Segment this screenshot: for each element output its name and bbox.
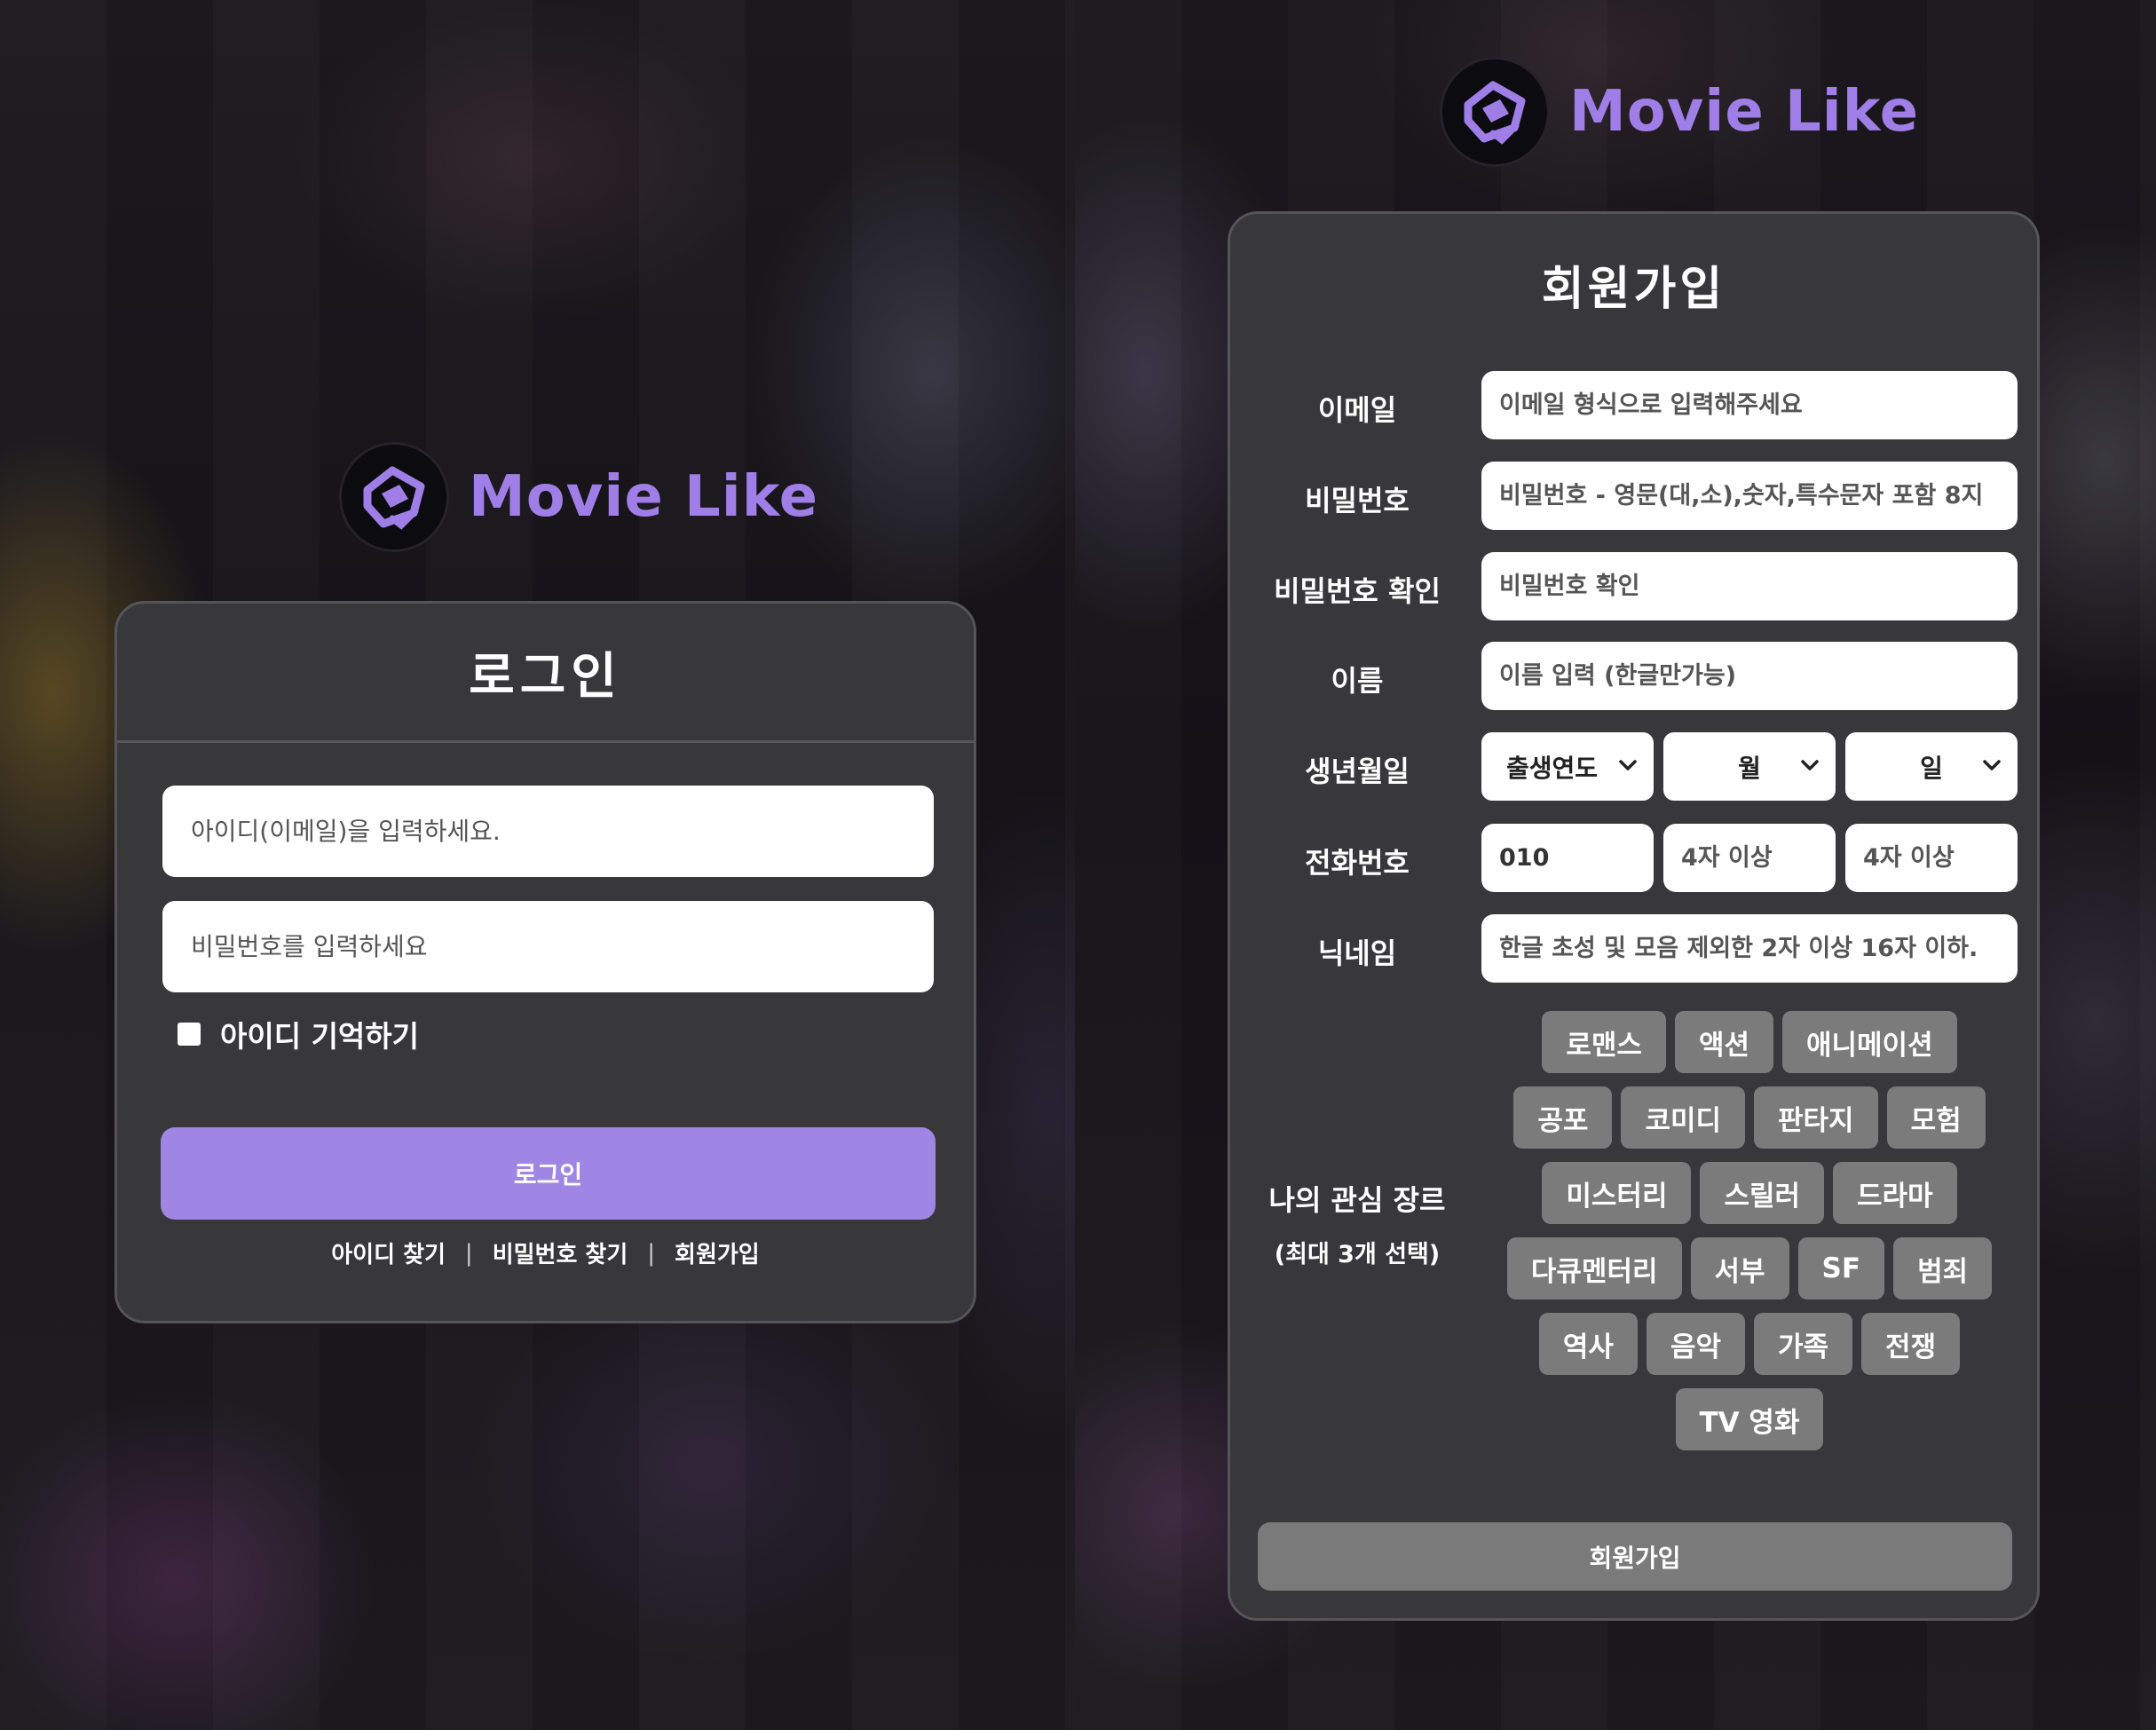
signup-submit-button[interactable]: 회원가입 — [1258, 1522, 2012, 1591]
birth-year-value: 출생연도 — [1506, 753, 1599, 783]
genre-chip-western[interactable]: 서부 — [1690, 1237, 1789, 1299]
genre-chip-thriller[interactable]: 스릴러 — [1700, 1162, 1825, 1224]
genre-chip-drama[interactable]: 드라마 — [1833, 1162, 1957, 1224]
name-label: 이름 — [1331, 664, 1384, 698]
login-screen: Movie Like 로그인 아이디 기억하기 로그인 아이디 찾기 | 비밀번… — [0, 0, 1075, 1730]
logo-icon — [1440, 57, 1550, 167]
signup-title: 회원가입 — [1541, 263, 1726, 316]
genre-chip-group: 로맨스 액션 애니메이션 공포 코미디 판타지 모험 미스터리 스릴러 드라마 … — [1472, 1011, 2027, 1464]
genre-chip-adventure[interactable]: 모험 — [1886, 1086, 1986, 1149]
genre-chip-comedy[interactable]: 코미디 — [1621, 1086, 1745, 1149]
birth-label: 생년월일 — [1305, 754, 1410, 788]
genre-chip-fantasy[interactable]: 판타지 — [1754, 1086, 1878, 1149]
genre-chip-documentary[interactable]: 다큐멘터리 — [1506, 1237, 1682, 1299]
genre-chip-music[interactable]: 음악 — [1646, 1313, 1745, 1375]
signup-screen: Movie Like 회원가입 이메일 비밀번호 비밀번호 확인 이름 생년월일… — [1075, 0, 2156, 1730]
genre-chip-history[interactable]: 역사 — [1538, 1313, 1638, 1375]
genre-label-hint: (최대 3개 선택) — [1274, 1241, 1441, 1268]
password-confirm-label: 비밀번호 확인 — [1274, 574, 1441, 608]
login-password-input[interactable] — [162, 901, 934, 992]
genre-chip-mystery[interactable]: 미스터리 — [1542, 1162, 1692, 1224]
email-label: 이메일 — [1317, 393, 1397, 427]
birth-month-value: 월 — [1738, 753, 1761, 783]
genre-row: 로맨스 액션 애니메이션 — [1472, 1011, 2027, 1073]
genre-row: 미스터리 스릴러 드라마 — [1472, 1162, 2027, 1224]
genre-chip-war[interactable]: 전쟁 — [1861, 1313, 1961, 1375]
phone-last-input[interactable] — [1845, 824, 2018, 892]
nickname-input[interactable] — [1481, 914, 2018, 983]
chevron-down-icon — [1619, 760, 1637, 770]
login-card: 로그인 아이디 기억하기 로그인 아이디 찾기 | 비밀번호 찾기 | 회원가입 — [115, 601, 976, 1323]
chevron-down-icon — [1801, 760, 1819, 770]
genre-row: 공포 코미디 판타지 모험 — [1472, 1086, 2027, 1149]
genre-row: 역사 음악 가족 전쟁 — [1472, 1313, 2027, 1375]
birth-month-select[interactable]: 월 — [1663, 732, 1836, 801]
genre-chip-action[interactable]: 액션 — [1674, 1011, 1773, 1073]
brand-name: Movie Like — [469, 464, 818, 530]
phone-prefix-input[interactable] — [1481, 824, 1654, 892]
nickname-label: 닉네임 — [1317, 936, 1397, 970]
genre-row: TV 영화 — [1472, 1388, 2027, 1450]
birth-year-select[interactable]: 출생연도 — [1481, 732, 1654, 801]
password-input[interactable] — [1481, 462, 2018, 530]
genre-chip-tv-movie[interactable]: TV 영화 — [1675, 1388, 1824, 1450]
genre-label: 나의 관심 장르 (최대 3개 선택) — [1230, 1178, 1484, 1269]
remember-id-label: 아이디 기억하기 — [220, 1019, 420, 1054]
login-title: 로그인 — [117, 604, 974, 743]
brand-logo: Movie Like — [1440, 57, 1919, 167]
phone-middle-input[interactable] — [1663, 824, 1836, 892]
link-separator: | — [647, 1239, 656, 1267]
genre-chip-crime[interactable]: 범죄 — [1893, 1237, 1993, 1299]
chevron-down-icon — [1983, 760, 2001, 770]
link-separator: | — [464, 1239, 473, 1267]
remember-id-checkbox[interactable] — [178, 1023, 201, 1046]
birth-day-value: 일 — [1920, 753, 1943, 783]
genre-chip-sf[interactable]: SF — [1797, 1237, 1885, 1299]
login-button[interactable]: 로그인 — [161, 1127, 936, 1220]
email-input[interactable] — [1481, 371, 2018, 439]
login-links: 아이디 찾기 | 비밀번호 찾기 | 회원가입 — [117, 1236, 974, 1269]
birth-day-select[interactable]: 일 — [1845, 732, 2018, 801]
genre-chip-animation[interactable]: 애니메이션 — [1782, 1011, 1957, 1073]
phone-label: 전화번호 — [1305, 846, 1410, 880]
name-input[interactable] — [1481, 642, 2018, 710]
genre-label-title: 나의 관심 장르 — [1268, 1183, 1446, 1217]
logo-icon — [339, 442, 449, 552]
signup-link[interactable]: 회원가입 — [675, 1236, 760, 1269]
genre-chip-romance[interactable]: 로맨스 — [1542, 1011, 1666, 1073]
genre-row: 다큐멘터리 서부 SF 범죄 — [1472, 1237, 2027, 1299]
genre-chip-horror[interactable]: 공포 — [1513, 1086, 1613, 1149]
login-id-input[interactable] — [162, 786, 934, 877]
genre-chip-family[interactable]: 가족 — [1754, 1313, 1853, 1375]
password-label: 비밀번호 — [1305, 484, 1410, 517]
find-password-link[interactable]: 비밀번호 찾기 — [493, 1236, 628, 1269]
remember-id-row[interactable]: 아이디 기억하기 — [178, 1013, 419, 1055]
brand-logo: Movie Like — [339, 442, 818, 552]
signup-card: 회원가입 이메일 비밀번호 비밀번호 확인 이름 생년월일 출생연도 월 일 전… — [1228, 211, 2040, 1621]
brand-name: Movie Like — [1569, 79, 1919, 145]
password-confirm-input[interactable] — [1481, 552, 2018, 620]
find-id-link[interactable]: 아이디 찾기 — [331, 1236, 446, 1269]
